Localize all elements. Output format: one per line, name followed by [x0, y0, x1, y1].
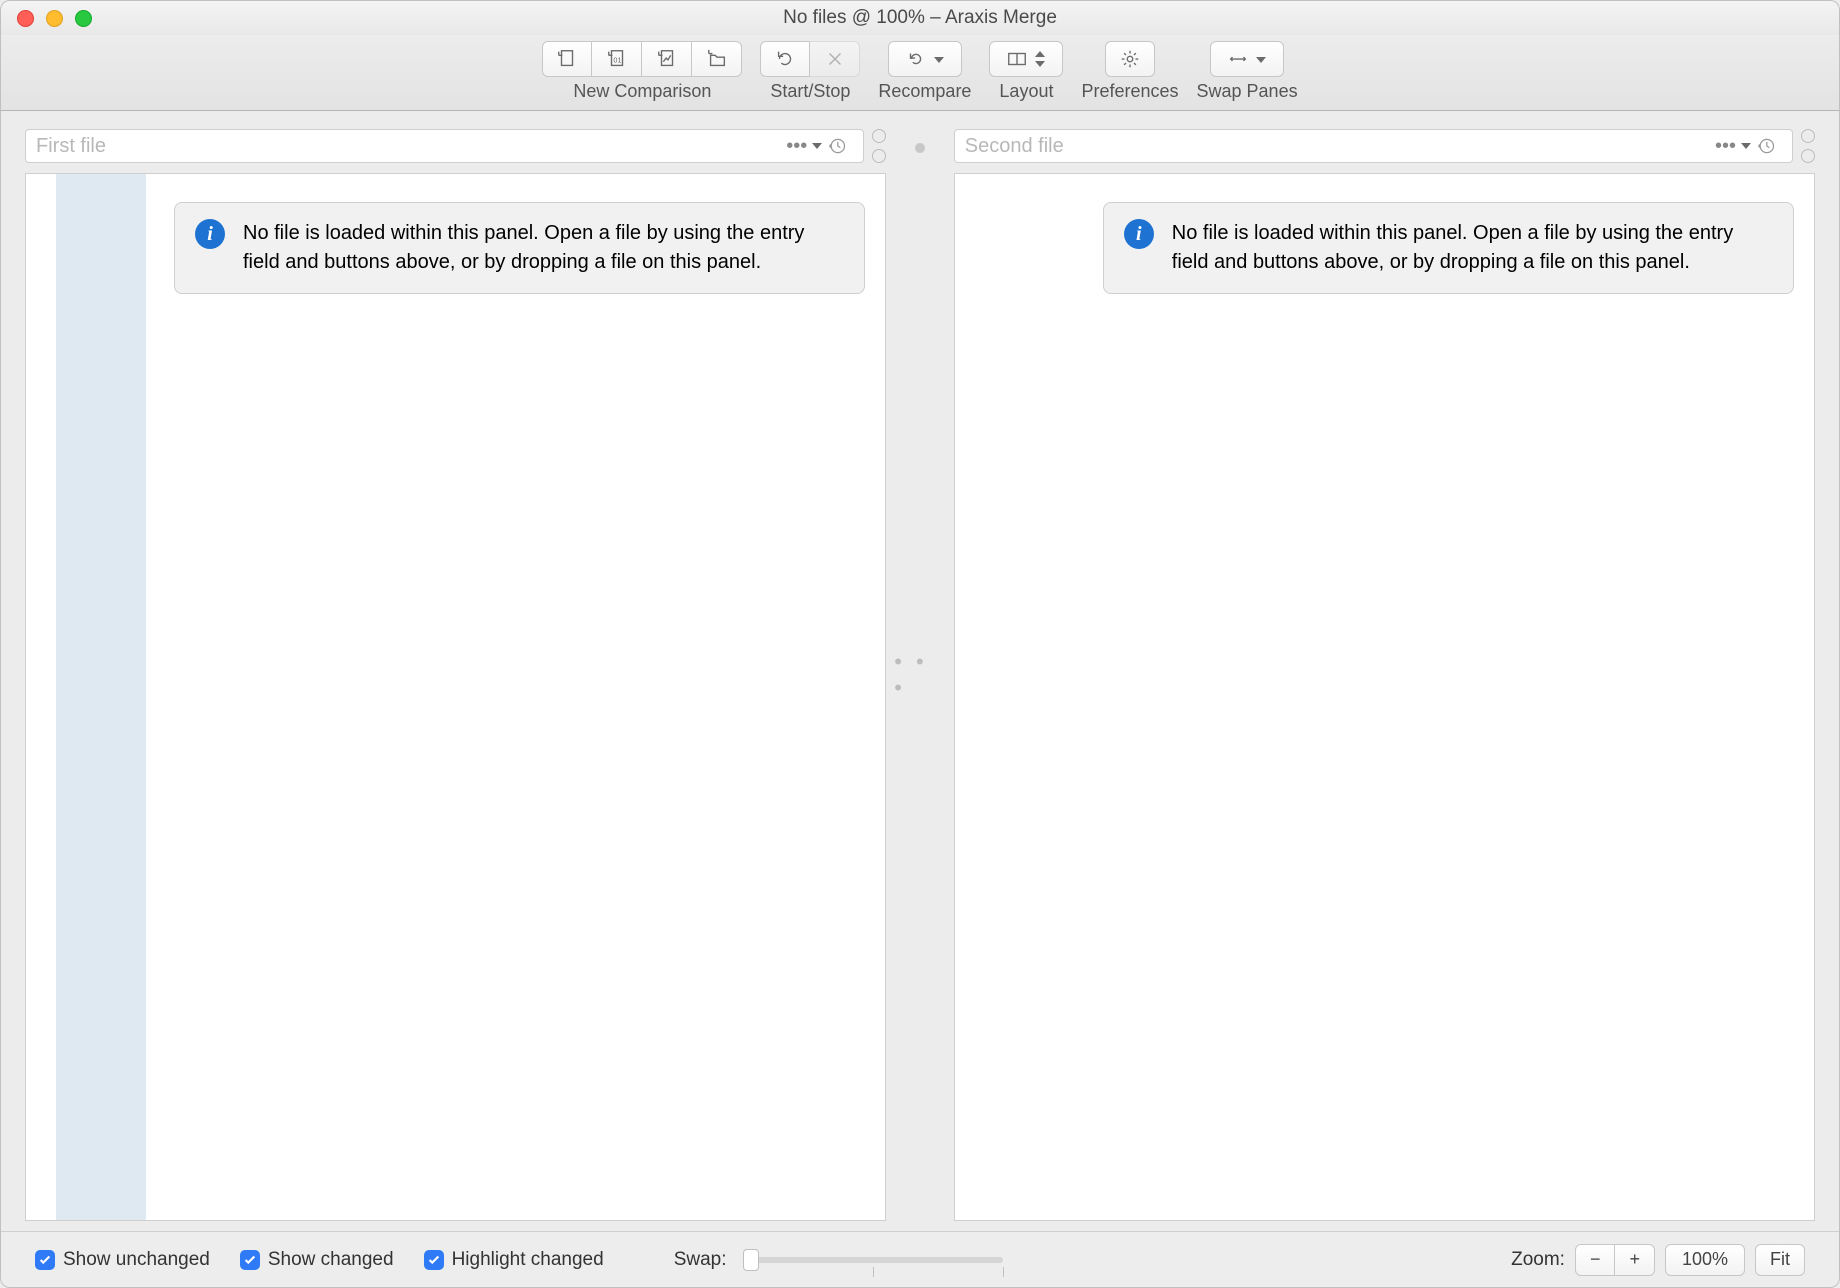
left-markers — [872, 129, 886, 163]
history-icon[interactable] — [1756, 136, 1776, 156]
margin-gutter — [985, 174, 1075, 1220]
hint-box: i No file is loaded within this panel. O… — [1103, 202, 1794, 294]
toolbar-group-start-stop: Start/Stop — [760, 41, 860, 102]
more-options-icon[interactable]: ••• — [1715, 135, 1736, 158]
dropdown-icon — [1255, 48, 1267, 70]
checkbox-icon — [35, 1250, 55, 1270]
marker-circle[interactable] — [872, 149, 886, 163]
svg-text:01: 01 — [613, 56, 621, 65]
link-indicator — [915, 143, 925, 153]
zoom-out-button[interactable]: − — [1575, 1244, 1616, 1276]
input-placeholder: First file — [36, 135, 106, 158]
more-options-icon[interactable]: ••• — [786, 135, 807, 158]
drag-handle-icon: • • • — [894, 649, 946, 701]
toolbar-group-layout: Layout — [989, 41, 1063, 102]
marker-circle[interactable] — [1801, 129, 1815, 143]
right-markers — [1801, 129, 1815, 163]
new-text-comparison-button[interactable] — [542, 41, 592, 77]
right-panel[interactable]: i No file is loaded within this panel. O… — [954, 173, 1815, 1221]
hint-box: i No file is loaded within this panel. O… — [174, 202, 865, 294]
margin-gutter — [56, 174, 146, 1220]
right-path-row: Second file ••• — [954, 129, 1815, 163]
swap-icon — [1227, 48, 1249, 70]
toolbar-label: Recompare — [878, 81, 971, 102]
bottom-bar: Show unchanged Show changed Highlight ch… — [1, 1231, 1839, 1287]
toolbar-label: Start/Stop — [770, 81, 850, 102]
recompare-button[interactable] — [888, 41, 962, 77]
checkbox-icon — [424, 1250, 444, 1270]
line-gutter — [955, 174, 985, 1220]
toolbar-group-preferences: Preferences — [1081, 41, 1178, 102]
gear-icon — [1119, 48, 1141, 70]
titlebar: No files @ 100% – Araxis Merge — [1, 1, 1839, 35]
toolbar-group-recompare: Recompare — [878, 41, 971, 102]
toolbar-label: Layout — [999, 81, 1053, 102]
refresh-icon — [774, 48, 796, 70]
swap-panes-button[interactable] — [1210, 41, 1284, 77]
second-file-input[interactable]: Second file ••• — [954, 129, 1793, 163]
show-changed-checkbox[interactable]: Show changed — [240, 1249, 394, 1271]
toolbar-label: New Comparison — [573, 81, 711, 102]
history-icon[interactable] — [827, 136, 847, 156]
dropdown-icon[interactable] — [1740, 142, 1752, 150]
toolbar-label: Swap Panes — [1197, 81, 1298, 102]
start-button[interactable] — [760, 41, 810, 77]
hint-text: No file is loaded within this panel. Ope… — [1172, 219, 1773, 277]
first-file-input[interactable]: First file ••• — [25, 129, 864, 163]
slider-thumb[interactable] — [743, 1249, 759, 1271]
checkbox-label: Show unchanged — [63, 1249, 210, 1271]
app-window: No files @ 100% – Araxis Merge 01 New Co… — [0, 0, 1840, 1288]
toolbar-group-new-comparison: 01 New Comparison — [542, 41, 742, 102]
zoom-value-button[interactable]: 100% — [1665, 1244, 1745, 1276]
checkbox-label: Highlight changed — [452, 1249, 604, 1271]
layout-icon — [1006, 48, 1028, 70]
zoom-controls: Zoom: − + 100% Fit — [1511, 1244, 1805, 1276]
info-icon: i — [1124, 219, 1154, 249]
new-image-comparison-button[interactable] — [642, 41, 692, 77]
marker-circle[interactable] — [1801, 149, 1815, 163]
panel-content: i No file is loaded within this panel. O… — [1075, 174, 1814, 1220]
toolbar: 01 New Comparison Start/Stop — [1, 35, 1839, 111]
checkbox-icon — [240, 1250, 260, 1270]
show-unchanged-checkbox[interactable]: Show unchanged — [35, 1249, 210, 1271]
new-text-icon — [556, 48, 578, 70]
preferences-button[interactable] — [1105, 41, 1155, 77]
swap-label: Swap: — [674, 1249, 727, 1271]
left-column: First file ••• i — [25, 129, 886, 1221]
info-icon: i — [195, 219, 225, 249]
new-binary-comparison-button[interactable]: 01 — [592, 41, 642, 77]
hint-text: No file is loaded within this panel. Ope… — [243, 219, 844, 277]
pane-divider[interactable]: • • • — [894, 129, 946, 1221]
zoom-in-button[interactable]: + — [1615, 1244, 1655, 1276]
panel-content: i No file is loaded within this panel. O… — [146, 174, 885, 1220]
stepper-icon — [1034, 50, 1046, 68]
layout-button[interactable] — [989, 41, 1063, 77]
line-gutter — [26, 174, 56, 1220]
toolbar-label: Preferences — [1081, 81, 1178, 102]
new-folder-icon — [706, 48, 728, 70]
toolbar-group-swap-panes: Swap Panes — [1197, 41, 1298, 102]
right-column: Second file ••• — [954, 129, 1815, 1221]
swap-slider-area: Swap: — [674, 1249, 1003, 1271]
swap-slider[interactable] — [743, 1257, 1003, 1263]
recompare-icon — [905, 48, 927, 70]
new-binary-icon: 01 — [606, 48, 628, 70]
main-area: First file ••• i — [1, 111, 1839, 1231]
marker-circle[interactable] — [872, 129, 886, 143]
dropdown-icon — [933, 48, 945, 70]
checkbox-label: Show changed — [268, 1249, 394, 1271]
highlight-changed-checkbox[interactable]: Highlight changed — [424, 1249, 604, 1271]
zoom-fit-button[interactable]: Fit — [1755, 1244, 1805, 1276]
left-panel[interactable]: i No file is loaded within this panel. O… — [25, 173, 886, 1221]
new-folder-comparison-button[interactable] — [692, 41, 742, 77]
cancel-icon — [824, 48, 846, 70]
stop-button[interactable] — [810, 41, 860, 77]
input-placeholder: Second file — [965, 135, 1064, 158]
new-image-icon — [656, 48, 678, 70]
window-title: No files @ 100% – Araxis Merge — [1, 7, 1839, 29]
zoom-label: Zoom: — [1511, 1249, 1565, 1271]
dropdown-icon[interactable] — [811, 142, 823, 150]
left-path-row: First file ••• — [25, 129, 886, 163]
